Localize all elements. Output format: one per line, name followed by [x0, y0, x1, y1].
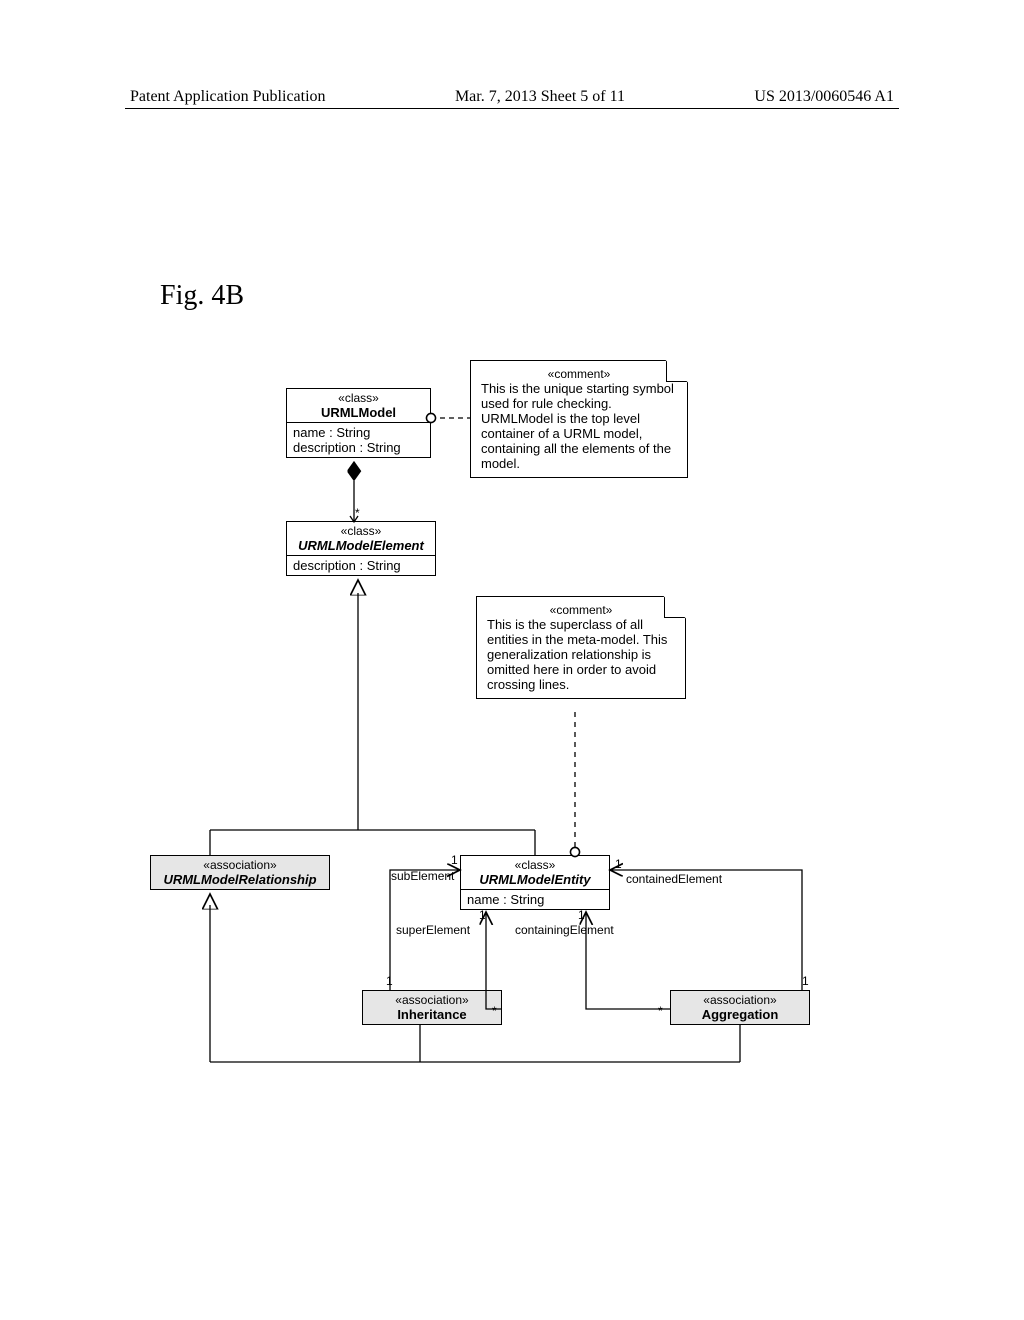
urmlmodelentity-stereo: «class»: [467, 858, 603, 872]
mult-one-inh: 1: [386, 974, 393, 988]
comment-top: «comment» This is the unique starting sy…: [470, 360, 688, 478]
mult-star-1: *: [355, 506, 360, 520]
role-subelement: subElement: [391, 869, 454, 883]
urmlmodelrelationship-name: URMLModelRelationship: [157, 872, 323, 887]
role-containedelement: containedElement: [626, 872, 722, 886]
urmlmodel-name: URMLModel: [293, 405, 424, 420]
mult-one-contained: 1: [615, 857, 622, 871]
urmlmodelelement-attr-0: description : String: [293, 558, 429, 573]
class-aggregation: «association» Aggregation: [670, 990, 810, 1025]
inheritance-name: Inheritance: [369, 1007, 495, 1022]
urmlmodelentity-name: URMLModelEntity: [467, 872, 603, 887]
class-urmlmodelentity: «class» URMLModelEntity name : String: [460, 855, 610, 910]
comment-mid-stereo: «comment»: [487, 603, 675, 617]
figure-label: Fig. 4B: [160, 280, 244, 312]
comment-top-text: This is the unique starting symbol used …: [481, 381, 674, 471]
comment-mid-text: This is the superclass of all entities i…: [487, 617, 667, 692]
header-center: Mar. 7, 2013 Sheet 5 of 11: [455, 88, 625, 106]
class-urmlmodelrelationship: «association» URMLModelRelationship: [150, 855, 330, 890]
comment-mid: «comment» This is the superclass of all …: [476, 596, 686, 699]
role-containingelement: containingElement: [515, 923, 614, 937]
role-superelement: superElement: [396, 923, 470, 937]
mult-one-super: 1: [479, 908, 486, 922]
mult-one-containing: 1: [578, 908, 585, 922]
dogear-icon: [666, 360, 688, 382]
urmlmodelelement-stereo: «class»: [293, 524, 429, 538]
header-rule: [125, 108, 899, 109]
urmlmodel-attr-0: name : String: [293, 425, 424, 440]
class-inheritance: «association» Inheritance: [362, 990, 502, 1025]
mult-one-agg: 1: [802, 974, 809, 988]
aggregation-name: Aggregation: [677, 1007, 803, 1022]
header-right: US 2013/0060546 A1: [754, 88, 894, 106]
class-urmlmodel: «class» URMLModel name : String descript…: [286, 388, 431, 458]
mult-star-inh-r: *: [492, 1004, 497, 1018]
urmlmodelentity-attr-0: name : String: [467, 892, 603, 907]
uml-diagram: «class» URMLModel name : String descript…: [130, 360, 890, 1100]
aggregation-stereo: «association»: [677, 993, 803, 1007]
dogear-icon: [664, 596, 686, 618]
urmlmodel-attr-1: description : String: [293, 440, 424, 455]
urmlmodel-stereo: «class»: [293, 391, 424, 405]
comment-top-stereo: «comment»: [481, 367, 677, 381]
urmlmodelrelationship-stereo: «association»: [157, 858, 323, 872]
inheritance-stereo: «association»: [369, 993, 495, 1007]
header-left: Patent Application Publication: [130, 88, 326, 106]
mult-star-agg-l: *: [658, 1004, 663, 1018]
class-urmlmodelelement: «class» URMLModelElement description : S…: [286, 521, 436, 576]
urmlmodelelement-name: URMLModelElement: [293, 538, 429, 553]
mult-one-sub: 1: [451, 853, 458, 867]
